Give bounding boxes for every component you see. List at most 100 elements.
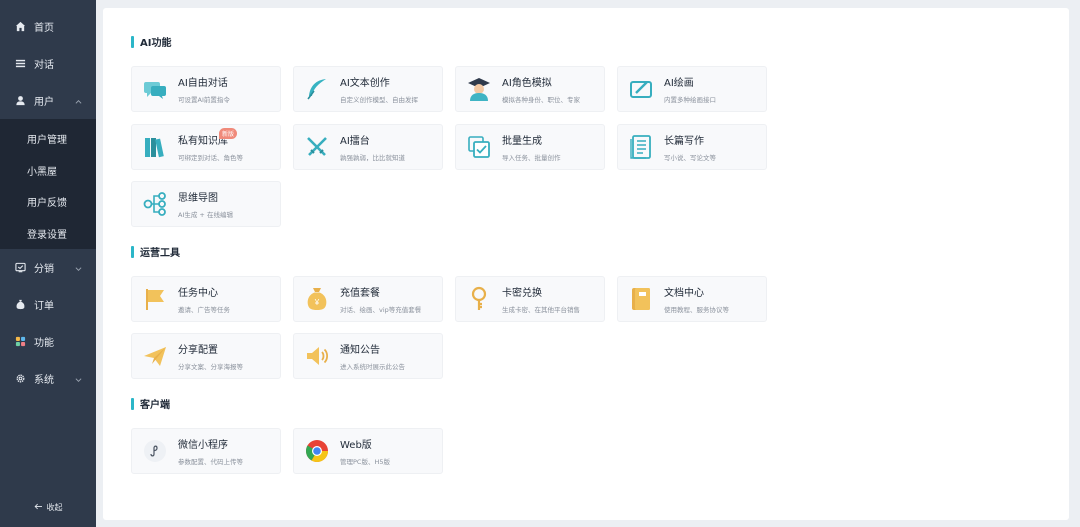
card-ai-role[interactable]: AI角色模拟模拟各种身份、职位、专家 <box>455 66 605 112</box>
card-desc: 邀请、广告等任务 <box>178 306 230 314</box>
sidebar-item-home[interactable]: 首页 <box>0 8 96 45</box>
card-desc: 内置多种绘画接口 <box>664 96 716 104</box>
section-title-operations: 运营工具 <box>131 244 180 259</box>
books-icon <box>142 134 168 160</box>
home-icon <box>14 21 26 33</box>
user-submenu: 用户管理 小黑屋 用户反馈 登录设置 <box>0 119 96 249</box>
card-title: AI擂台 <box>340 136 370 147</box>
card-desc: 可绑定到对话、角色等 <box>178 154 243 162</box>
card-title: Web版 <box>340 440 372 451</box>
sidebar-sub-feedback[interactable]: 用户反馈 <box>0 186 96 218</box>
sidebar-item-label: 用户 <box>34 97 54 108</box>
money-bag-icon: ¥ <box>304 286 330 312</box>
sidebar-item-orders[interactable]: 订单 <box>0 286 96 323</box>
card-ai-chat[interactable]: AI自由对话 可设置AI前置指令 <box>131 66 281 112</box>
card-batch-generate[interactable]: 批量生成 导入任务、批量创作 <box>455 124 605 170</box>
card-ai-arena[interactable]: AI擂台孰强孰弱，比比就知道 <box>293 124 443 170</box>
card-desc: AI生成 + 在线编辑 <box>178 211 233 219</box>
flag-icon <box>142 286 168 312</box>
section-title-clients: 客户端 <box>131 396 170 411</box>
sidebar-item-user[interactable]: 用户 <box>0 82 96 119</box>
menu-lines-icon <box>14 58 26 70</box>
sidebar-sub-user-management[interactable]: 用户管理 <box>0 123 96 155</box>
sidebar-sub-login-settings[interactable]: 登录设置 <box>0 218 96 250</box>
document-list-icon <box>628 134 654 160</box>
paint-board-icon <box>628 76 654 102</box>
chevron-down-icon <box>75 264 82 271</box>
card-title: 通知公告 <box>340 345 380 356</box>
chat-bubble-icon <box>142 76 168 102</box>
card-ai-painting[interactable]: AI绘画内置多种绘画接口 <box>617 66 767 112</box>
card-desc: 分享文案、分享海报等 <box>178 363 243 371</box>
card-recharge-plans[interactable]: ¥ 充值套餐对话、绘画、vip等充值套餐 <box>293 276 443 322</box>
feather-pen-icon <box>304 76 330 102</box>
card-long-writing[interactable]: 长篇写作 写小说、写论文等 <box>617 124 767 170</box>
chrome-icon <box>304 438 330 464</box>
money-bag-icon <box>14 299 26 311</box>
card-title: 任务中心 <box>178 288 218 299</box>
collapse-button[interactable]: 收起 <box>0 502 96 513</box>
crossed-swords-icon <box>304 134 330 160</box>
card-mindmap[interactable]: 思维导图 AI生成 + 在线编辑 <box>131 181 281 227</box>
batch-check-icon <box>466 134 492 160</box>
card-desc: 生成卡密、在其他平台销售 <box>502 306 580 314</box>
card-title: AI角色模拟 <box>502 78 552 89</box>
card-web-version[interactable]: Web版管理PC版、H5版 <box>293 428 443 474</box>
card-card-redeem[interactable]: 卡密兑换生成卡密、在其他平台销售 <box>455 276 605 322</box>
sidebar-item-system[interactable]: 系统 <box>0 360 96 397</box>
collapse-label: 收起 <box>46 503 63 512</box>
card-knowledge-base[interactable]: 私有知识库 可绑定到对话、角色等 新版 <box>131 124 281 170</box>
sidebar-item-label: 订单 <box>34 301 54 312</box>
card-title: 文档中心 <box>664 288 704 299</box>
card-share-config[interactable]: 分享配置分享文案、分享海报等 <box>131 333 281 379</box>
card-title: 微信小程序 <box>178 440 228 451</box>
gear-icon <box>14 373 26 385</box>
key-icon <box>466 286 492 312</box>
mindmap-icon <box>142 191 168 217</box>
sidebar-item-distribution[interactable]: 分销 <box>0 249 96 286</box>
speaker-icon <box>304 343 330 369</box>
card-title: 卡密兑换 <box>502 288 542 299</box>
sidebar-sub-blacklist[interactable]: 小黑屋 <box>0 155 96 187</box>
card-desc: 进入系统时展示此公告 <box>340 363 405 371</box>
graduate-icon <box>466 76 492 102</box>
sidebar-item-label: 功能 <box>34 338 54 349</box>
card-desc: 自定义创作模型、自由发挥 <box>340 96 418 104</box>
card-desc: 导入任务、批量创作 <box>502 154 561 162</box>
arrow-left-icon <box>34 503 43 512</box>
card-desc: 可设置AI前置指令 <box>178 96 230 104</box>
card-desc: 管理PC版、H5版 <box>340 458 390 466</box>
card-title: AI自由对话 <box>178 78 228 89</box>
paper-plane-icon <box>142 343 168 369</box>
sidebar-item-chat[interactable]: 对话 <box>0 45 96 82</box>
card-notice[interactable]: 通知公告进入系统时展示此公告 <box>293 333 443 379</box>
card-title: 长篇写作 <box>664 136 704 147</box>
sidebar-item-label: 首页 <box>34 23 54 34</box>
sidebar-item-label: 对话 <box>34 60 54 71</box>
card-desc: 模拟各种身份、职位、专家 <box>502 96 580 104</box>
card-task-center[interactable]: 任务中心邀请、广告等任务 <box>131 276 281 322</box>
book-icon <box>628 286 654 312</box>
user-icon <box>14 95 26 107</box>
card-ai-writing[interactable]: AI文本创作自定义创作模型、自由发挥 <box>293 66 443 112</box>
grid-icon <box>14 336 26 348</box>
card-title: AI绘画 <box>664 78 694 89</box>
sidebar-item-label: 系统 <box>34 375 54 386</box>
card-docs-center[interactable]: 文档中心 使用教程、服务协议等 <box>617 276 767 322</box>
card-desc: 孰强孰弱，比比就知道 <box>340 154 405 162</box>
sidebar: 首页 对话 用户 用户管理 小黑屋 用户反馈 登录设置 分销 订单 功能 系统 … <box>0 0 96 527</box>
svg-text:¥: ¥ <box>314 298 320 307</box>
card-wechat-miniprogram[interactable]: 微信小程序参数配置、代码上传等 <box>131 428 281 474</box>
card-title: 思维导图 <box>178 193 218 204</box>
share-icon <box>14 262 26 274</box>
sidebar-item-features[interactable]: 功能 <box>0 323 96 360</box>
card-title: 充值套餐 <box>340 288 380 299</box>
card-title: 分享配置 <box>178 345 218 356</box>
sidebar-item-label: 分销 <box>34 264 54 275</box>
new-version-badge: 新版 <box>219 128 238 139</box>
card-desc: 对话、绘画、vip等充值套餐 <box>340 306 422 314</box>
chevron-down-icon <box>75 375 82 382</box>
card-title: AI文本创作 <box>340 78 390 89</box>
card-desc: 参数配置、代码上传等 <box>178 458 243 466</box>
mini-program-icon <box>142 438 168 464</box>
